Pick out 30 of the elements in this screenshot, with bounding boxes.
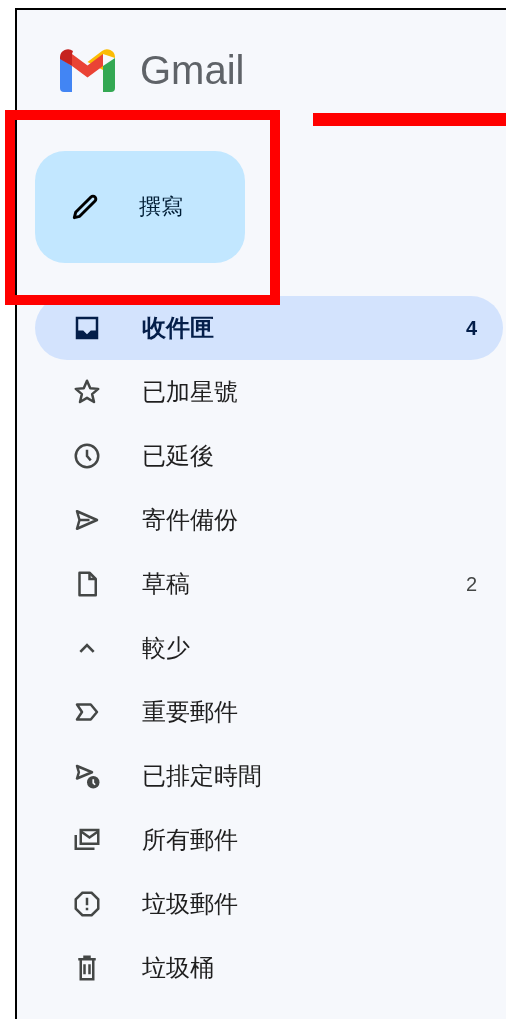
nav-label: 垃圾郵件	[142, 889, 239, 919]
nav-item[interactable]: 寄件備份	[35, 488, 503, 552]
app-name: Gmail	[140, 48, 245, 92]
nav-item[interactable]: 較少	[35, 616, 503, 680]
unread-count: 2	[465, 572, 477, 596]
nav-label: 寄件備份	[142, 505, 239, 535]
nav-item[interactable]: 重要郵件	[35, 680, 503, 744]
nav-label: 收件匣	[142, 313, 215, 343]
nav-item[interactable]: 垃圾桶	[35, 936, 503, 1000]
nav-label: 垃圾桶	[142, 953, 215, 983]
nav-label: 重要郵件	[142, 697, 239, 727]
nav-item[interactable]: 已延後	[35, 424, 503, 488]
nav-item[interactable]: 收件匣 4	[35, 296, 503, 360]
unread-count: 4	[465, 316, 477, 340]
nav-label: 較少	[142, 633, 191, 663]
clock-icon	[72, 441, 102, 471]
nav-label: 已加星號	[142, 377, 239, 407]
nav-item[interactable]: 垃圾郵件	[35, 872, 503, 936]
gmail-logo	[57, 48, 118, 92]
nav-label: 所有郵件	[142, 825, 239, 855]
nav-item[interactable]: 已排定時間	[35, 744, 503, 808]
warning-icon	[72, 889, 102, 919]
nav-item[interactable]: 所有郵件	[35, 808, 503, 872]
nav-item[interactable]: 已加星號	[35, 360, 503, 424]
chevron-up-icon	[79, 642, 95, 654]
nav-label: 草稿	[142, 569, 191, 599]
nav-label: 已延後	[142, 441, 215, 471]
compose-button[interactable]: 撰寫	[35, 151, 245, 263]
nav-label: 已排定時間	[142, 761, 263, 791]
nav-item[interactable]: 草稿 2	[35, 552, 503, 616]
